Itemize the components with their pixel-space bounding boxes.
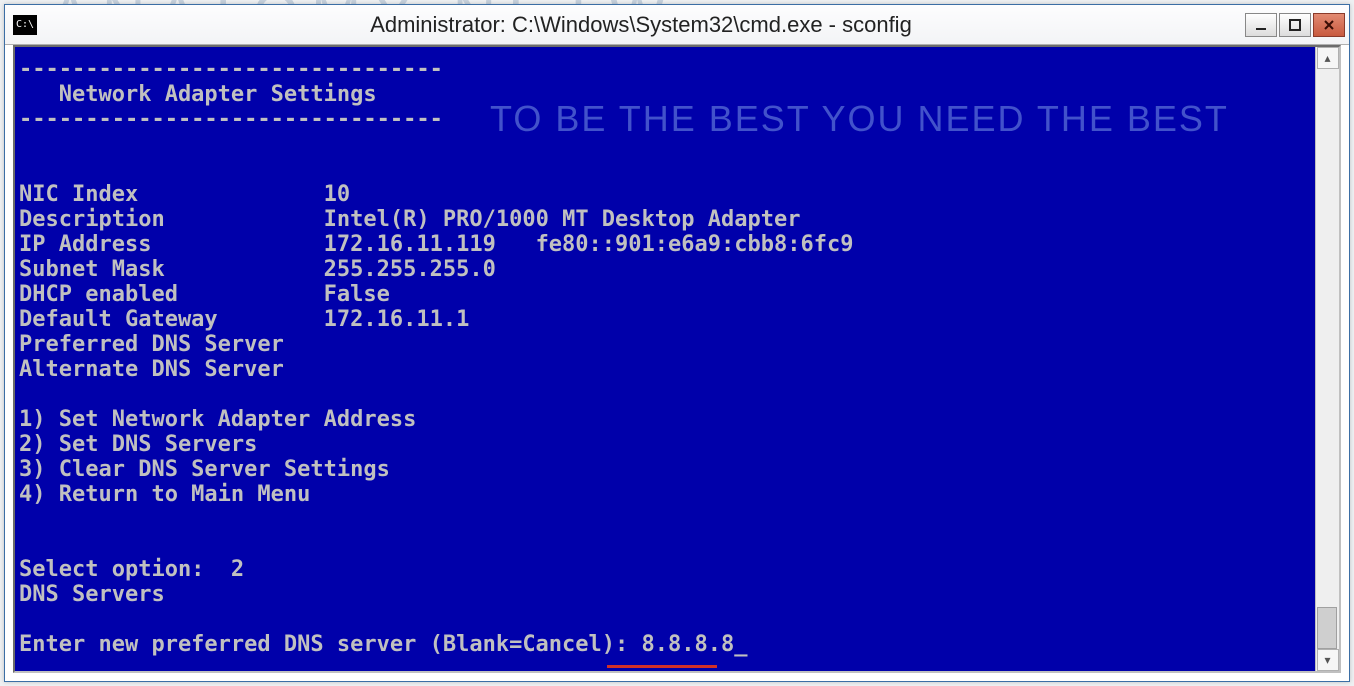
scrollbar-track[interactable]: [1316, 69, 1339, 649]
maximize-button[interactable]: [1279, 13, 1311, 37]
cmd-window: C:\ Administrator: C:\Windows\System32\c…: [4, 4, 1350, 682]
divider: --------------------------------: [19, 57, 443, 82]
select-option-prompt: Select option: 2: [19, 557, 244, 582]
menu-option-1: 1) Set Network Adapter Address: [19, 407, 416, 432]
menu-option-3: 3) Clear DNS Server Settings: [19, 457, 390, 482]
console-output[interactable]: -------------------------------- Network…: [15, 47, 1315, 671]
dns-servers-heading: DNS Servers: [19, 582, 165, 607]
highlight-underline: [607, 665, 717, 668]
section-header: Network Adapter Settings: [19, 82, 377, 107]
dns-input-value: 8.8.8.8_: [642, 632, 748, 657]
description-row: Description Intel(R) PRO/1000 MT Desktop…: [19, 207, 800, 232]
preferred-dns-row: Preferred DNS Server: [19, 332, 284, 357]
chevron-up-icon: ▴: [1324, 51, 1330, 65]
divider: --------------------------------: [19, 107, 443, 132]
console-frame: -------------------------------- Network…: [13, 45, 1341, 673]
minimize-button[interactable]: [1245, 13, 1277, 37]
scrollbar-thumb[interactable]: [1317, 607, 1337, 649]
gateway-row: Default Gateway 172.16.11.1: [19, 307, 469, 332]
vertical-scrollbar[interactable]: ▴ ▾: [1315, 47, 1339, 671]
menu-option-4: 4) Return to Main Menu: [19, 482, 310, 507]
alternate-dns-row: Alternate DNS Server: [19, 357, 284, 382]
titlebar[interactable]: C:\ Administrator: C:\Windows\System32\c…: [5, 5, 1349, 45]
dhcp-row: DHCP enabled False: [19, 282, 390, 307]
nic-index-row: NIC Index 10: [19, 182, 350, 207]
close-button[interactable]: [1313, 13, 1345, 37]
menu-option-2: 2) Set DNS Servers: [19, 432, 257, 457]
chevron-down-icon: ▾: [1324, 653, 1330, 667]
ip-address-row: IP Address 172.16.11.119 fe80::901:e6a9:…: [19, 232, 853, 257]
dns-input-line[interactable]: Enter new preferred DNS server (Blank=Ca…: [19, 632, 748, 657]
scroll-down-button[interactable]: ▾: [1317, 649, 1339, 671]
window-controls: [1245, 13, 1345, 37]
subnet-mask-row: Subnet Mask 255.255.255.0: [19, 257, 496, 282]
scroll-up-button[interactable]: ▴: [1317, 47, 1339, 69]
window-title: Administrator: C:\Windows\System32\cmd.e…: [37, 12, 1245, 38]
system-menu-icon[interactable]: C:\: [13, 15, 37, 35]
